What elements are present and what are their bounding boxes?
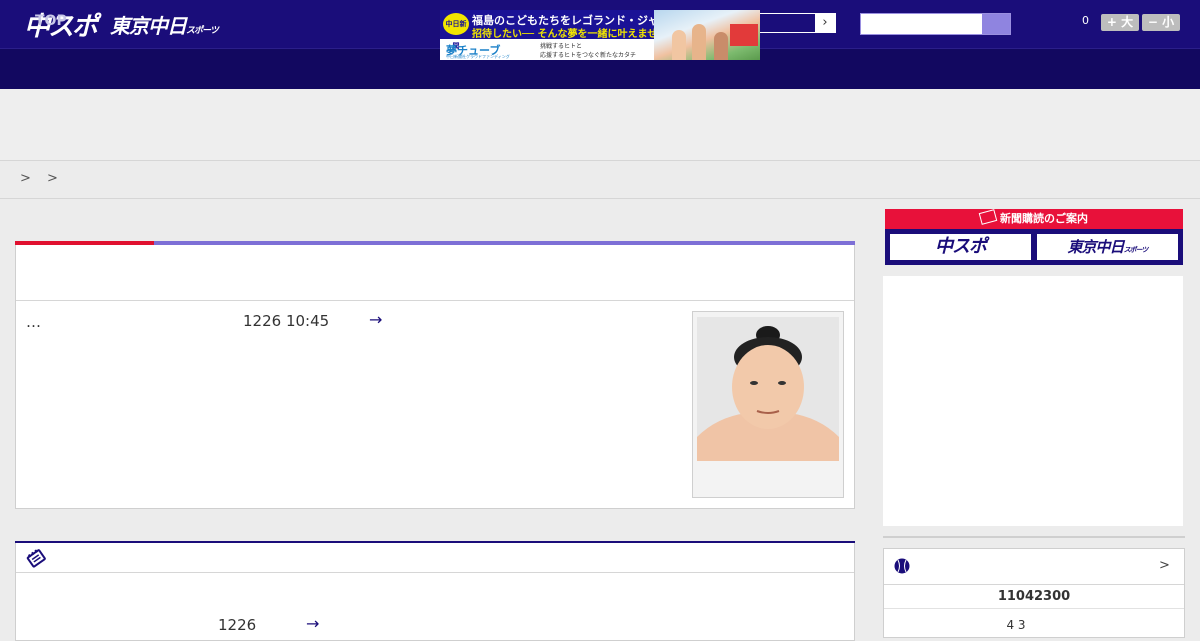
subscribe-chuspo-button[interactable]: 中スポ	[889, 233, 1032, 261]
block-topbar	[15, 541, 855, 543]
subscribe-tokyo-text: 東京中日	[1067, 238, 1125, 256]
nav-item-top[interactable]: TOP	[35, 13, 67, 29]
divider	[884, 608, 1184, 609]
banner-brand-sub: 中日新聞社クラウドファンディング	[446, 54, 510, 59]
subscribe-tokyo-button[interactable]: 東京中日スポーツ	[1036, 233, 1179, 261]
score-summary: 11042300	[997, 589, 1071, 604]
article-date: 1226 10:45	[243, 312, 330, 330]
sidebar-ad[interactable]	[883, 276, 1183, 526]
subscribe-tokyo-small: スポーツ	[1123, 246, 1149, 254]
font-smaller-button[interactable]: − 小	[1142, 14, 1180, 31]
divider	[16, 300, 854, 301]
banner-subline: 招待したい── そんな夢を一緒に叶えませんか?	[472, 29, 684, 40]
list-item-date: 1226	[218, 616, 257, 634]
banner-text: 挑戦するヒトと 応援するヒトをつなぐ新たなカタチ	[540, 43, 637, 59]
score-more-link[interactable]: >	[1159, 558, 1170, 573]
subscription-heading-text: 新聞購読のご案内	[1000, 212, 1088, 225]
banner-area	[0, 89, 1200, 161]
logo-tokyo-small: スポーツ	[186, 26, 219, 36]
article-text[interactable]: …	[26, 313, 41, 331]
divider	[16, 572, 854, 573]
breadcrumb[interactable]: > >	[20, 171, 64, 186]
banner-badge: 中日新聞	[443, 13, 469, 50]
banner-photo	[654, 10, 760, 60]
subscription-heading[interactable]: 新聞購読のご案内	[885, 209, 1183, 229]
logo-tokyo-chunichi[interactable]: 東京中日スポーツ	[110, 10, 219, 39]
divider	[884, 584, 1184, 585]
article-topbar-accent	[15, 241, 154, 245]
notepad-icon	[26, 548, 46, 568]
read-more-arrow[interactable]: →	[306, 614, 319, 633]
newspaper-icon	[978, 209, 998, 225]
article-thumbnail[interactable]	[697, 317, 839, 461]
news-list-block	[15, 541, 855, 641]
search-button[interactable]	[982, 14, 1010, 34]
divider	[0, 198, 1200, 199]
divider	[883, 536, 1185, 538]
font-size-count: 0	[1082, 14, 1089, 27]
chevron-right-icon[interactable]: ›	[815, 14, 835, 32]
baseball-icon	[894, 558, 910, 574]
logo-tokyo-text: 東京中日	[110, 14, 187, 38]
search-input[interactable]	[860, 13, 1011, 35]
read-more-arrow[interactable]: →	[369, 310, 382, 329]
font-larger-button[interactable]: + 大	[1101, 14, 1139, 31]
ad-banner[interactable]: 中日新聞 福島のこどもたちをレゴランド・ジャパンに 招待したい── そんな夢を一…	[440, 10, 760, 60]
